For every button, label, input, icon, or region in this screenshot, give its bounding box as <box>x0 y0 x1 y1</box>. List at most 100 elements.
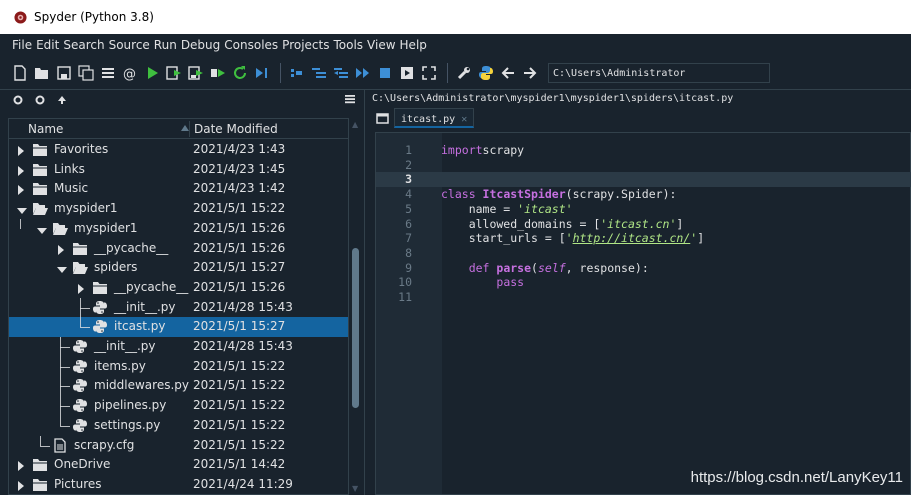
working-directory-field[interactable]: C:\Users\Administrator <box>548 62 770 83</box>
tree-folder-row[interactable]: myspider1 2021/5/1 15:22 <box>9 199 348 219</box>
rerun-icon[interactable] <box>230 63 250 83</box>
menu-edit[interactable]: Edit <box>36 38 59 52</box>
unindent-icon[interactable] <box>331 63 351 83</box>
menu-debug[interactable]: Debug <box>181 38 220 52</box>
tree-file-row[interactable]: scrapy.cfg 2021/5/1 15:22 <box>9 436 348 456</box>
collapsed-arrow-icon[interactable] <box>17 165 25 176</box>
nav-back-icon[interactable] <box>10 95 26 105</box>
code-line[interactable]: 3 <box>376 172 911 188</box>
code-line[interactable]: 11 <box>376 290 911 305</box>
save-all-icon[interactable] <box>76 63 96 83</box>
tree-guide-line <box>60 366 70 368</box>
code-token: def <box>468 260 497 275</box>
menu-file[interactable]: File <box>12 38 32 52</box>
code-line[interactable]: 5 name = 'itcast' <box>376 202 911 217</box>
tree-folder-row[interactable]: myspider1 2021/5/1 15:26 <box>9 219 348 239</box>
tree-file-row[interactable]: __init__.py 2021/4/28 15:43 <box>9 298 348 318</box>
menu-run[interactable]: Run <box>154 38 177 52</box>
maximize-pane-icon[interactable] <box>397 63 417 83</box>
tree-folder-row[interactable]: spiders 2021/5/1 15:27 <box>9 258 348 278</box>
code-line[interactable]: 4 class ItcastSpider(scrapy.Spider): <box>376 187 911 202</box>
save-icon[interactable] <box>54 63 74 83</box>
preferences-icon[interactable] <box>454 63 474 83</box>
collapsed-arrow-icon[interactable] <box>57 244 65 255</box>
code-line[interactable]: 1 importscrapy <box>376 143 911 158</box>
code-line[interactable]: 6 allowed_domains = ['itcast.cn'] <box>376 217 911 232</box>
python-file-icon <box>72 418 88 433</box>
tree-folder-row[interactable]: __pycache__ 2021/5/1 15:26 <box>9 239 348 259</box>
run-cell-icon[interactable] <box>164 63 184 83</box>
code-line[interactable]: 2 <box>376 158 911 173</box>
expanded-arrow-icon[interactable] <box>17 204 27 215</box>
column-header-date[interactable]: Date Modified <box>194 122 278 136</box>
run-cell-advance-icon[interactable] <box>186 63 206 83</box>
close-tab-icon[interactable]: ✕ <box>461 114 467 125</box>
debug-step-icon[interactable] <box>287 63 307 83</box>
tree-folder-row[interactable]: __pycache__ 2021/5/1 15:26 <box>9 278 348 298</box>
collapsed-arrow-icon[interactable] <box>17 480 25 491</box>
menu-view[interactable]: View <box>367 38 395 52</box>
scroll-down-icon[interactable]: ▼ <box>352 484 358 493</box>
collapsed-arrow-icon[interactable] <box>77 283 85 294</box>
open-folder-icon[interactable] <box>32 63 52 83</box>
tab-itcast-py[interactable]: itcast.py ✕ <box>394 108 475 128</box>
column-divider[interactable] <box>189 121 190 137</box>
scrollbar-thumb[interactable] <box>352 248 359 408</box>
tree-guide-line <box>60 347 70 348</box>
at-icon[interactable]: @ <box>120 63 140 83</box>
code-line[interactable]: 7 start_urls = ['http://itcast.cn/'] <box>376 231 911 246</box>
tree-folder-row[interactable]: Links 2021/4/23 1:45 <box>9 160 348 180</box>
menu-tools[interactable]: Tools <box>333 38 363 52</box>
window-title: Spyder (Python 3.8) <box>34 10 154 24</box>
menu-source[interactable]: Source <box>109 38 150 52</box>
pane-options-menu-icon[interactable] <box>344 93 356 108</box>
indent-icon[interactable] <box>309 63 329 83</box>
code-line[interactable]: 9 def parse(self, response): <box>376 261 911 276</box>
column-header-name[interactable]: Name <box>28 122 63 136</box>
tree-folder-row[interactable]: OneDrive 2021/5/1 14:42 <box>9 455 348 475</box>
tree-file-row[interactable]: itcast.py 2021/5/1 15:27 <box>9 317 348 337</box>
file-tree-scrollbar[interactable]: ▲ ▼ <box>348 118 362 495</box>
fullscreen-icon[interactable] <box>419 63 439 83</box>
tree-item-date: 2021/5/1 15:22 <box>193 358 286 373</box>
nav-forward-icon[interactable] <box>32 95 48 105</box>
tree-item-name: spiders <box>94 260 138 275</box>
run-selection-icon[interactable] <box>208 63 228 83</box>
back-arrow-icon[interactable] <box>498 63 518 83</box>
tree-guide-line <box>80 307 90 309</box>
file-browser-toolbar <box>0 90 364 110</box>
nav-parent-icon[interactable] <box>54 95 70 105</box>
collapsed-arrow-icon[interactable] <box>17 145 25 156</box>
code-line[interactable]: 10 pass <box>376 275 911 290</box>
collapsed-arrow-icon[interactable] <box>17 460 25 472</box>
new-file-icon[interactable] <box>10 63 30 83</box>
editor-pane: C:\Users\Administrator\myspider1\myspide… <box>369 90 911 495</box>
tree-folder-row[interactable]: Favorites 2021/4/23 1:43 <box>9 140 348 160</box>
expanded-arrow-icon[interactable] <box>37 224 47 234</box>
outline-icon[interactable] <box>98 63 118 83</box>
code-line[interactable]: 8 <box>376 246 911 261</box>
debug-icon[interactable] <box>252 63 272 83</box>
python-file-icon <box>72 398 88 413</box>
python-path-icon[interactable] <box>476 63 496 83</box>
stop-icon[interactable] <box>375 63 395 83</box>
tree-item-name: Favorites <box>54 142 109 156</box>
expanded-arrow-icon[interactable] <box>57 263 67 274</box>
code-editor[interactable]: 1 importscrapy 2 3 4 class ItcastSpider(scrap… <box>375 132 911 495</box>
menu-help[interactable]: Help <box>400 38 427 52</box>
menu-projects[interactable]: Projects <box>282 38 329 52</box>
scroll-up-icon[interactable]: ▲ <box>352 120 358 129</box>
forward-arrow-icon[interactable] <box>520 63 540 83</box>
menu-search[interactable]: Search <box>63 38 104 52</box>
menu-consoles[interactable]: Consoles <box>224 38 278 52</box>
tree-guide-line <box>60 337 61 426</box>
tree-item-name: settings.py <box>94 417 161 432</box>
continue-icon[interactable] <box>353 63 373 83</box>
folder-icon <box>32 181 48 196</box>
run-icon[interactable] <box>142 63 162 83</box>
tree-folder-row[interactable]: Pictures 2021/4/24 11:29 <box>9 475 348 494</box>
tree-folder-row[interactable]: Music 2021/4/23 1:42 <box>9 179 348 199</box>
tree-item-date: 2021/4/28 15:43 <box>193 339 293 353</box>
collapsed-arrow-icon[interactable] <box>17 184 25 196</box>
tab-list-icon[interactable] <box>376 113 389 124</box>
